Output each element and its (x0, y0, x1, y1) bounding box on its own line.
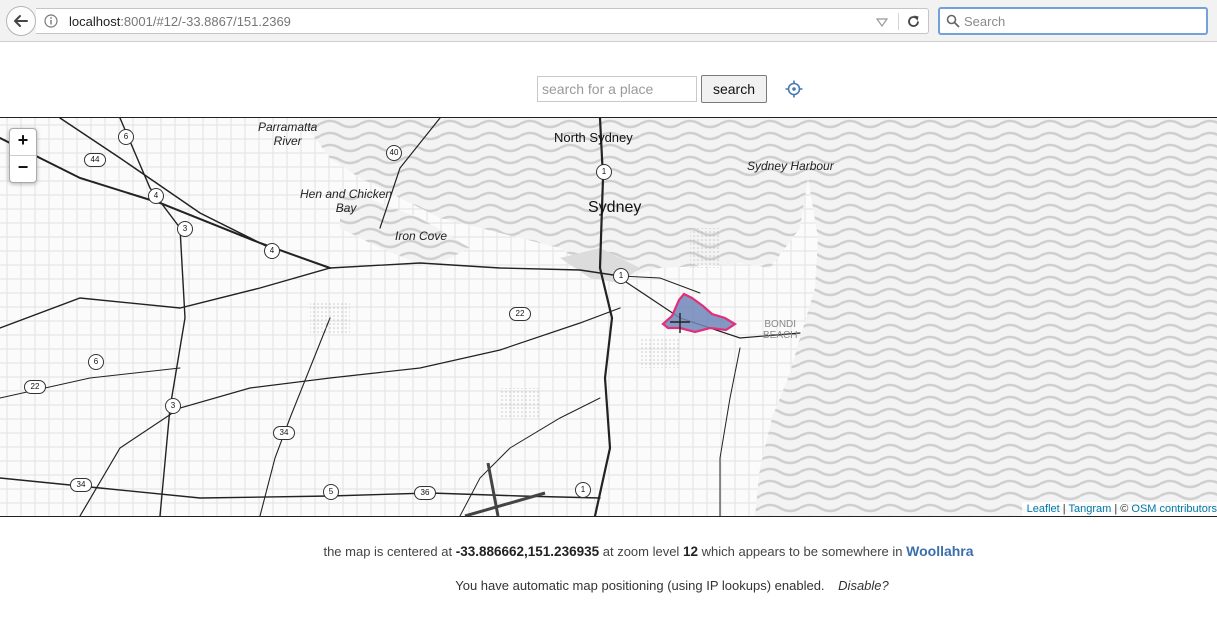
road-shield: 5 (323, 484, 339, 500)
status-coordinates: -33.886662,151.236935 (455, 544, 600, 559)
zoom-control: + − (9, 128, 37, 183)
road-shield: 4 (148, 188, 164, 204)
road-shield: 34 (70, 478, 92, 492)
disable-auto-positioning-link[interactable]: Disable? (838, 578, 889, 593)
browser-search-box[interactable] (938, 7, 1208, 35)
place-search-button[interactable]: search (701, 75, 767, 103)
road-shield: 4 (264, 243, 280, 259)
road-shield: 40 (386, 145, 402, 161)
history-dropdown-icon[interactable] (876, 16, 888, 28)
attribution-separator: | © (1111, 503, 1132, 515)
auto-positioning-notice: You have automatic map positioning (usin… (0, 578, 1217, 593)
back-button[interactable] (6, 6, 36, 36)
status-zoom-level: 12 (682, 544, 698, 559)
auto-positioning-message: You have automatic map positioning (usin… (455, 578, 825, 593)
place-name-link[interactable]: Woollahra (906, 543, 973, 559)
url-host: localhost (69, 14, 121, 29)
road-shield: 6 (88, 354, 104, 370)
url-text[interactable]: localhost:8001/#12/-33.8867/151.2369 (69, 14, 291, 29)
url-path: :8001/#12/-33.8867/151.2369 (120, 14, 291, 29)
locate-me-crosshair-icon[interactable] (785, 80, 803, 98)
road-shield: 1 (613, 268, 629, 284)
label-iron-cove: Iron Cove (395, 229, 448, 243)
url-separator (898, 13, 899, 30)
label-north-sydney: North Sydney (554, 130, 633, 145)
road-shield: 22 (24, 380, 46, 394)
place-search-input[interactable] (537, 76, 697, 102)
road-shield: 1 (575, 482, 591, 498)
label-sydney-harbour: Sydney Harbour (747, 159, 834, 173)
map[interactable]: + − Parramatta River North Sydney Sydney… (0, 117, 1217, 517)
road-shield: 3 (177, 221, 193, 237)
label-hen-and-chicken-bay: Hen and Chicken Bay (300, 187, 393, 215)
road-shield: 3 (165, 398, 181, 414)
zoom-out-button[interactable]: − (10, 156, 36, 183)
road-shield: 34 (273, 426, 295, 440)
road-shield: 44 (84, 153, 106, 167)
label-bondi-beach: BONDI BEACH (763, 319, 798, 341)
road-shield: 6 (118, 129, 134, 145)
osm-link[interactable]: OSM contributors (1131, 503, 1217, 515)
back-arrow-icon (14, 15, 28, 27)
map-center-status: the map is centered at -33.886662,151.23… (0, 543, 1217, 559)
map-attribution: Leaflet | Tangram | © OSM contributors (1021, 502, 1217, 516)
info-icon[interactable] (44, 14, 58, 28)
status-suffix: which appears to be somewhere in (701, 544, 903, 559)
status-zoom-text: at zoom level (602, 544, 680, 559)
tangram-link[interactable]: Tangram (1068, 503, 1111, 515)
search-icon (946, 14, 960, 28)
label-parramatta-river: Parramatta River (258, 120, 318, 148)
label-sydney: Sydney (588, 199, 642, 216)
url-bar[interactable]: localhost:8001/#12/-33.8867/151.2369 (36, 8, 929, 34)
road-shield: 36 (414, 486, 436, 500)
status-prefix: the map is centered at (323, 544, 453, 559)
leaflet-link[interactable]: Leaflet (1027, 503, 1060, 515)
zoom-in-button[interactable]: + (10, 129, 36, 156)
browser-toolbar: localhost:8001/#12/-33.8867/151.2369 (0, 0, 1217, 42)
browser-search-input[interactable] (964, 12, 1200, 30)
reload-icon[interactable] (905, 13, 922, 30)
road-shield: 22 (509, 307, 531, 321)
road-shield: 1 (596, 164, 612, 180)
